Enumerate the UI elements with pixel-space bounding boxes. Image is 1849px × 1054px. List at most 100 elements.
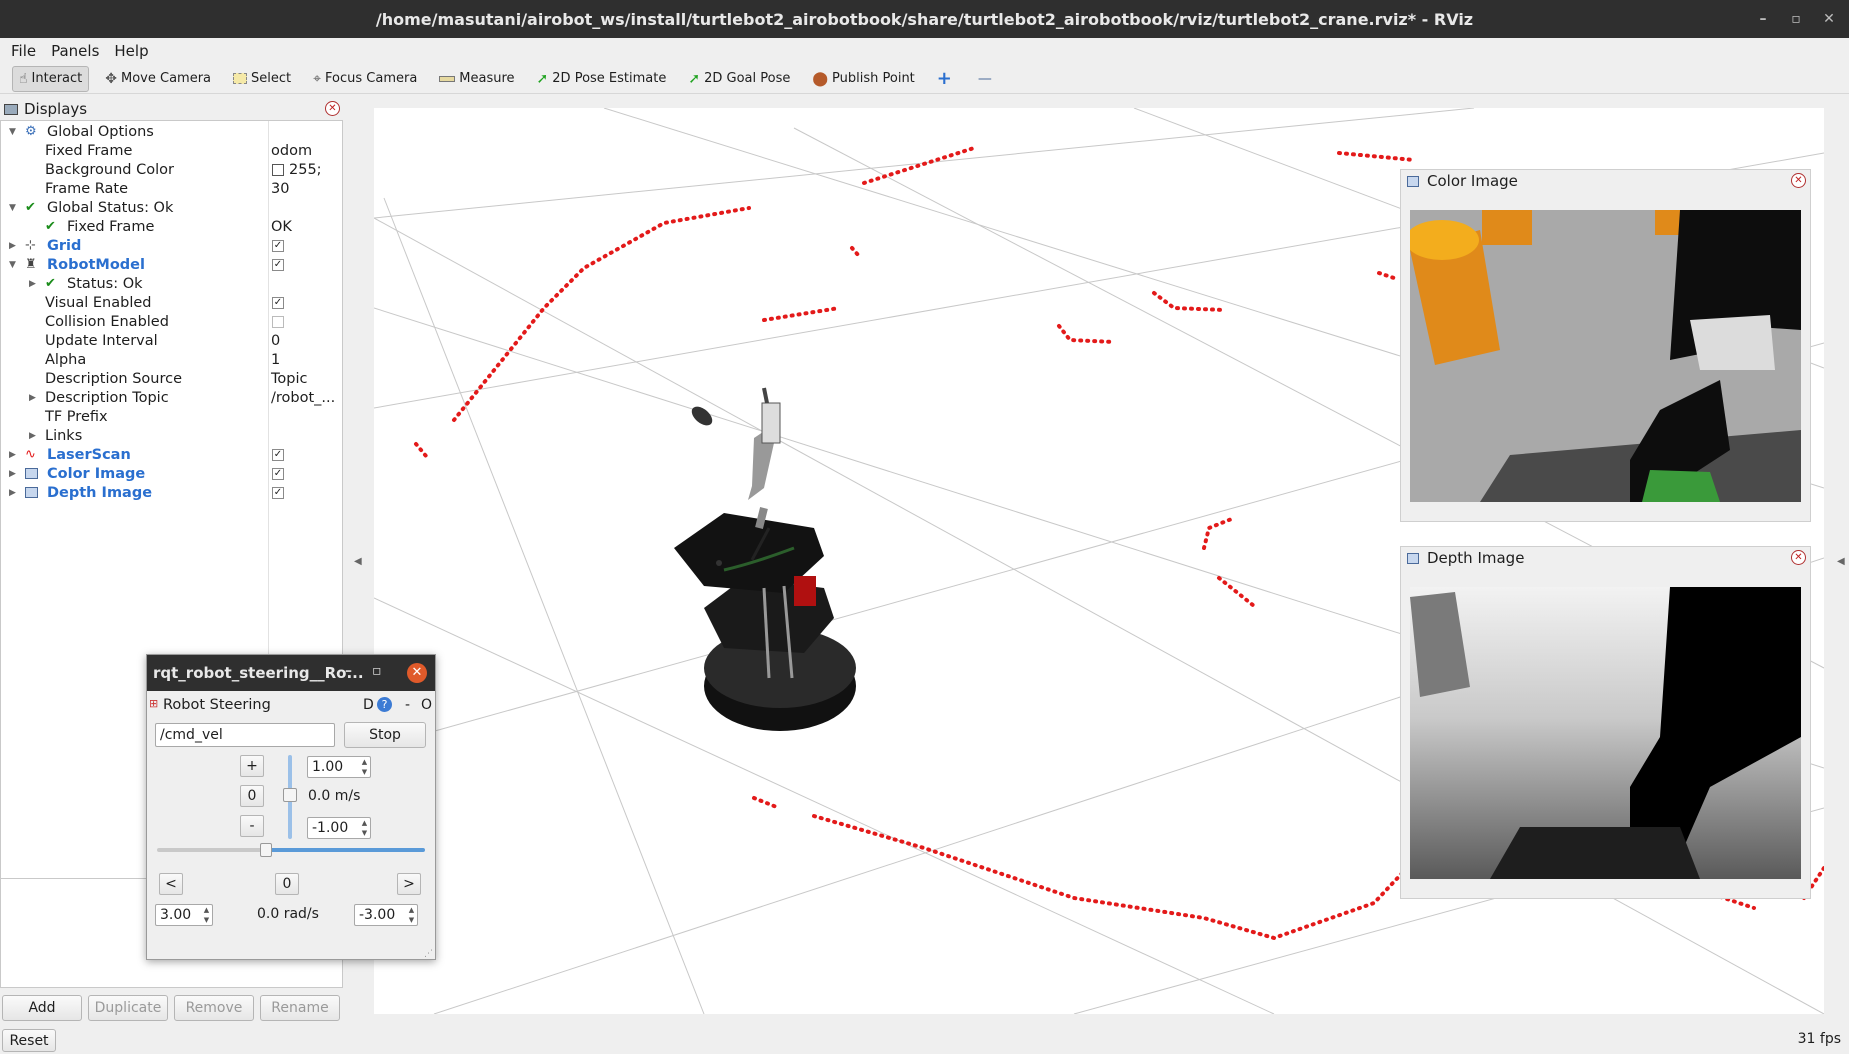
- close-icon[interactable]: ✕: [407, 663, 427, 683]
- pose-estimate-tool[interactable]: ➚ 2D Pose Estimate: [531, 66, 673, 92]
- laserscan-checkbox[interactable]: ✓: [272, 448, 284, 461]
- minimize-icon[interactable]: –: [345, 663, 352, 679]
- tree-row-frame-rate[interactable]: Frame Rate 30: [1, 179, 342, 198]
- tree-row-status-ok[interactable]: ▶ ✔ Status: Ok: [1, 274, 342, 293]
- reset-button[interactable]: Reset: [2, 1029, 56, 1052]
- menu-help[interactable]: Help: [114, 42, 148, 60]
- interact-tool[interactable]: ☝ Interact: [12, 65, 90, 92]
- row-value[interactable]: 1: [271, 352, 280, 368]
- collapse-arrow-icon[interactable]: ▶: [9, 241, 16, 251]
- select-tool[interactable]: Select: [227, 66, 297, 92]
- tree-row-tf-prefix[interactable]: TF Prefix: [1, 407, 342, 426]
- close-panel-icon[interactable]: ✕: [1791, 173, 1806, 188]
- maximize-icon[interactable]: ▫: [1785, 8, 1807, 30]
- tree-row-robotmodel[interactable]: ▼ ♜ RobotModel ✓: [1, 255, 342, 274]
- topic-input[interactable]: /cmd_vel: [155, 723, 335, 747]
- angular-left-button[interactable]: <: [159, 873, 183, 895]
- angular-min-field[interactable]: -3.00 ▲ ▼: [354, 904, 418, 926]
- tree-row-description-source[interactable]: Description Source Topic: [1, 369, 342, 388]
- spinner-arrows-icon[interactable]: ▲ ▼: [359, 757, 370, 777]
- collapse-arrow-icon[interactable]: ▶: [9, 450, 16, 460]
- linear-increase-button[interactable]: +: [240, 755, 264, 777]
- grid-checkbox[interactable]: ✓: [272, 239, 284, 252]
- collapse-arrow-icon[interactable]: ▶: [29, 279, 36, 289]
- tree-row-laserscan[interactable]: ▶ ∿ LaserScan ✓: [1, 445, 342, 464]
- visual-enabled-checkbox[interactable]: ✓: [272, 296, 284, 309]
- help-icon[interactable]: ?: [377, 697, 392, 712]
- tree-row-description-topic[interactable]: ▶ Description Topic /robot_...: [1, 388, 342, 407]
- rename-button[interactable]: Rename: [260, 995, 340, 1021]
- linear-zero-button[interactable]: 0: [240, 785, 264, 807]
- close-panel-icon[interactable]: ✕: [1791, 550, 1806, 565]
- menu-file[interactable]: File: [11, 42, 36, 60]
- angular-slider-track[interactable]: [157, 848, 425, 852]
- linear-min-field[interactable]: -1.00 ▲ ▼: [307, 817, 371, 839]
- tree-row-links[interactable]: ▶ Links: [1, 426, 342, 445]
- linear-max-field[interactable]: 1.00 ▲ ▼: [307, 756, 371, 778]
- linear-decrease-button[interactable]: -: [240, 815, 264, 837]
- render-viewport[interactable]: Color Image ✕ Depth Image ✕: [374, 108, 1824, 1014]
- stop-button[interactable]: Stop: [344, 722, 426, 748]
- color-image-checkbox[interactable]: ✓: [272, 467, 284, 480]
- tree-row-alpha[interactable]: Alpha 1: [1, 350, 342, 369]
- collapse-arrow-icon[interactable]: ▶: [29, 431, 36, 441]
- row-value[interactable]: /robot_...: [271, 390, 335, 406]
- collapse-arrow-icon[interactable]: ▶: [9, 469, 16, 479]
- add-tool-button[interactable]: +: [931, 66, 962, 92]
- tree-row-update-interval[interactable]: Update Interval 0: [1, 331, 342, 350]
- minimize-icon[interactable]: –: [1752, 8, 1774, 30]
- tree-row-visual-enabled[interactable]: Visual Enabled ✓: [1, 293, 342, 312]
- tree-row-status-fixed-frame[interactable]: ✔ Fixed Frame OK: [1, 217, 342, 236]
- close-icon[interactable]: ✕: [1818, 8, 1840, 30]
- robotmodel-checkbox[interactable]: ✓: [272, 258, 284, 271]
- spinner-arrows-icon[interactable]: ▲ ▼: [359, 818, 370, 838]
- collapse-arrow-icon[interactable]: ▶: [29, 393, 36, 403]
- close-plugin-button[interactable]: O: [421, 697, 432, 713]
- remove-tool-button[interactable]: —: [972, 66, 1002, 92]
- row-value[interactable]: Topic: [271, 371, 307, 387]
- dock-button[interactable]: D: [363, 697, 374, 713]
- add-button[interactable]: Add: [2, 995, 82, 1021]
- collision-enabled-checkbox[interactable]: [272, 315, 284, 328]
- depth-image-checkbox[interactable]: ✓: [272, 486, 284, 499]
- angular-max-field[interactable]: 3.00 ▲ ▼: [155, 904, 213, 926]
- maximize-icon[interactable]: ▫: [372, 663, 382, 679]
- tree-row-collision-enabled[interactable]: Collision Enabled: [1, 312, 342, 331]
- linear-slider-handle[interactable]: [283, 788, 297, 802]
- tree-row-global-status[interactable]: ▼ ✔ Global Status: Ok: [1, 198, 342, 217]
- close-panel-icon[interactable]: ✕: [325, 101, 340, 116]
- tree-row-color-image[interactable]: ▶ Color Image ✓: [1, 464, 342, 483]
- angular-slider-handle[interactable]: [260, 843, 272, 857]
- left-collapse-handle-icon[interactable]: ◀: [354, 556, 362, 567]
- menu-panels[interactable]: Panels: [51, 42, 99, 60]
- expand-arrow-icon[interactable]: ▼: [9, 203, 16, 213]
- goal-pose-tool[interactable]: ➚ 2D Goal Pose: [682, 66, 796, 92]
- row-value[interactable]: odom: [271, 143, 312, 159]
- expand-arrow-icon[interactable]: ▼: [9, 260, 16, 270]
- angular-right-button[interactable]: >: [397, 873, 421, 895]
- tree-row-fixed-frame[interactable]: Fixed Frame odom: [1, 141, 342, 160]
- tree-row-global-options[interactable]: ▼ ⚙ Global Options: [1, 122, 342, 141]
- resize-grip-icon[interactable]: ⋰: [424, 949, 433, 959]
- move-camera-tool[interactable]: ✥ Move Camera: [99, 66, 217, 92]
- publish-point-tool[interactable]: ⬤ Publish Point: [806, 66, 920, 92]
- row-value[interactable]: 255;: [289, 162, 322, 178]
- color-swatch-icon[interactable]: [272, 163, 284, 176]
- minimize-plugin-button[interactable]: -: [405, 697, 410, 713]
- angular-zero-button[interactable]: 0: [275, 873, 299, 895]
- duplicate-button[interactable]: Duplicate: [88, 995, 168, 1021]
- expand-arrow-icon[interactable]: ▼: [9, 127, 16, 137]
- image-icon: [25, 487, 38, 498]
- right-collapse-handle-icon[interactable]: ◀: [1837, 556, 1845, 567]
- tree-row-background-color[interactable]: Background Color 255;: [1, 160, 342, 179]
- measure-tool[interactable]: Measure: [433, 66, 520, 92]
- row-value[interactable]: 30: [271, 181, 289, 197]
- spinner-arrows-icon[interactable]: ▲ ▼: [201, 905, 212, 925]
- collapse-arrow-icon[interactable]: ▶: [9, 488, 16, 498]
- row-value[interactable]: 0: [271, 333, 280, 349]
- focus-camera-tool[interactable]: ⌖ Focus Camera: [307, 66, 423, 92]
- tree-row-depth-image[interactable]: ▶ Depth Image ✓: [1, 483, 342, 502]
- tree-row-grid[interactable]: ▶ ⊹ Grid ✓: [1, 236, 342, 255]
- spinner-arrows-icon[interactable]: ▲ ▼: [406, 905, 417, 925]
- remove-button[interactable]: Remove: [174, 995, 254, 1021]
